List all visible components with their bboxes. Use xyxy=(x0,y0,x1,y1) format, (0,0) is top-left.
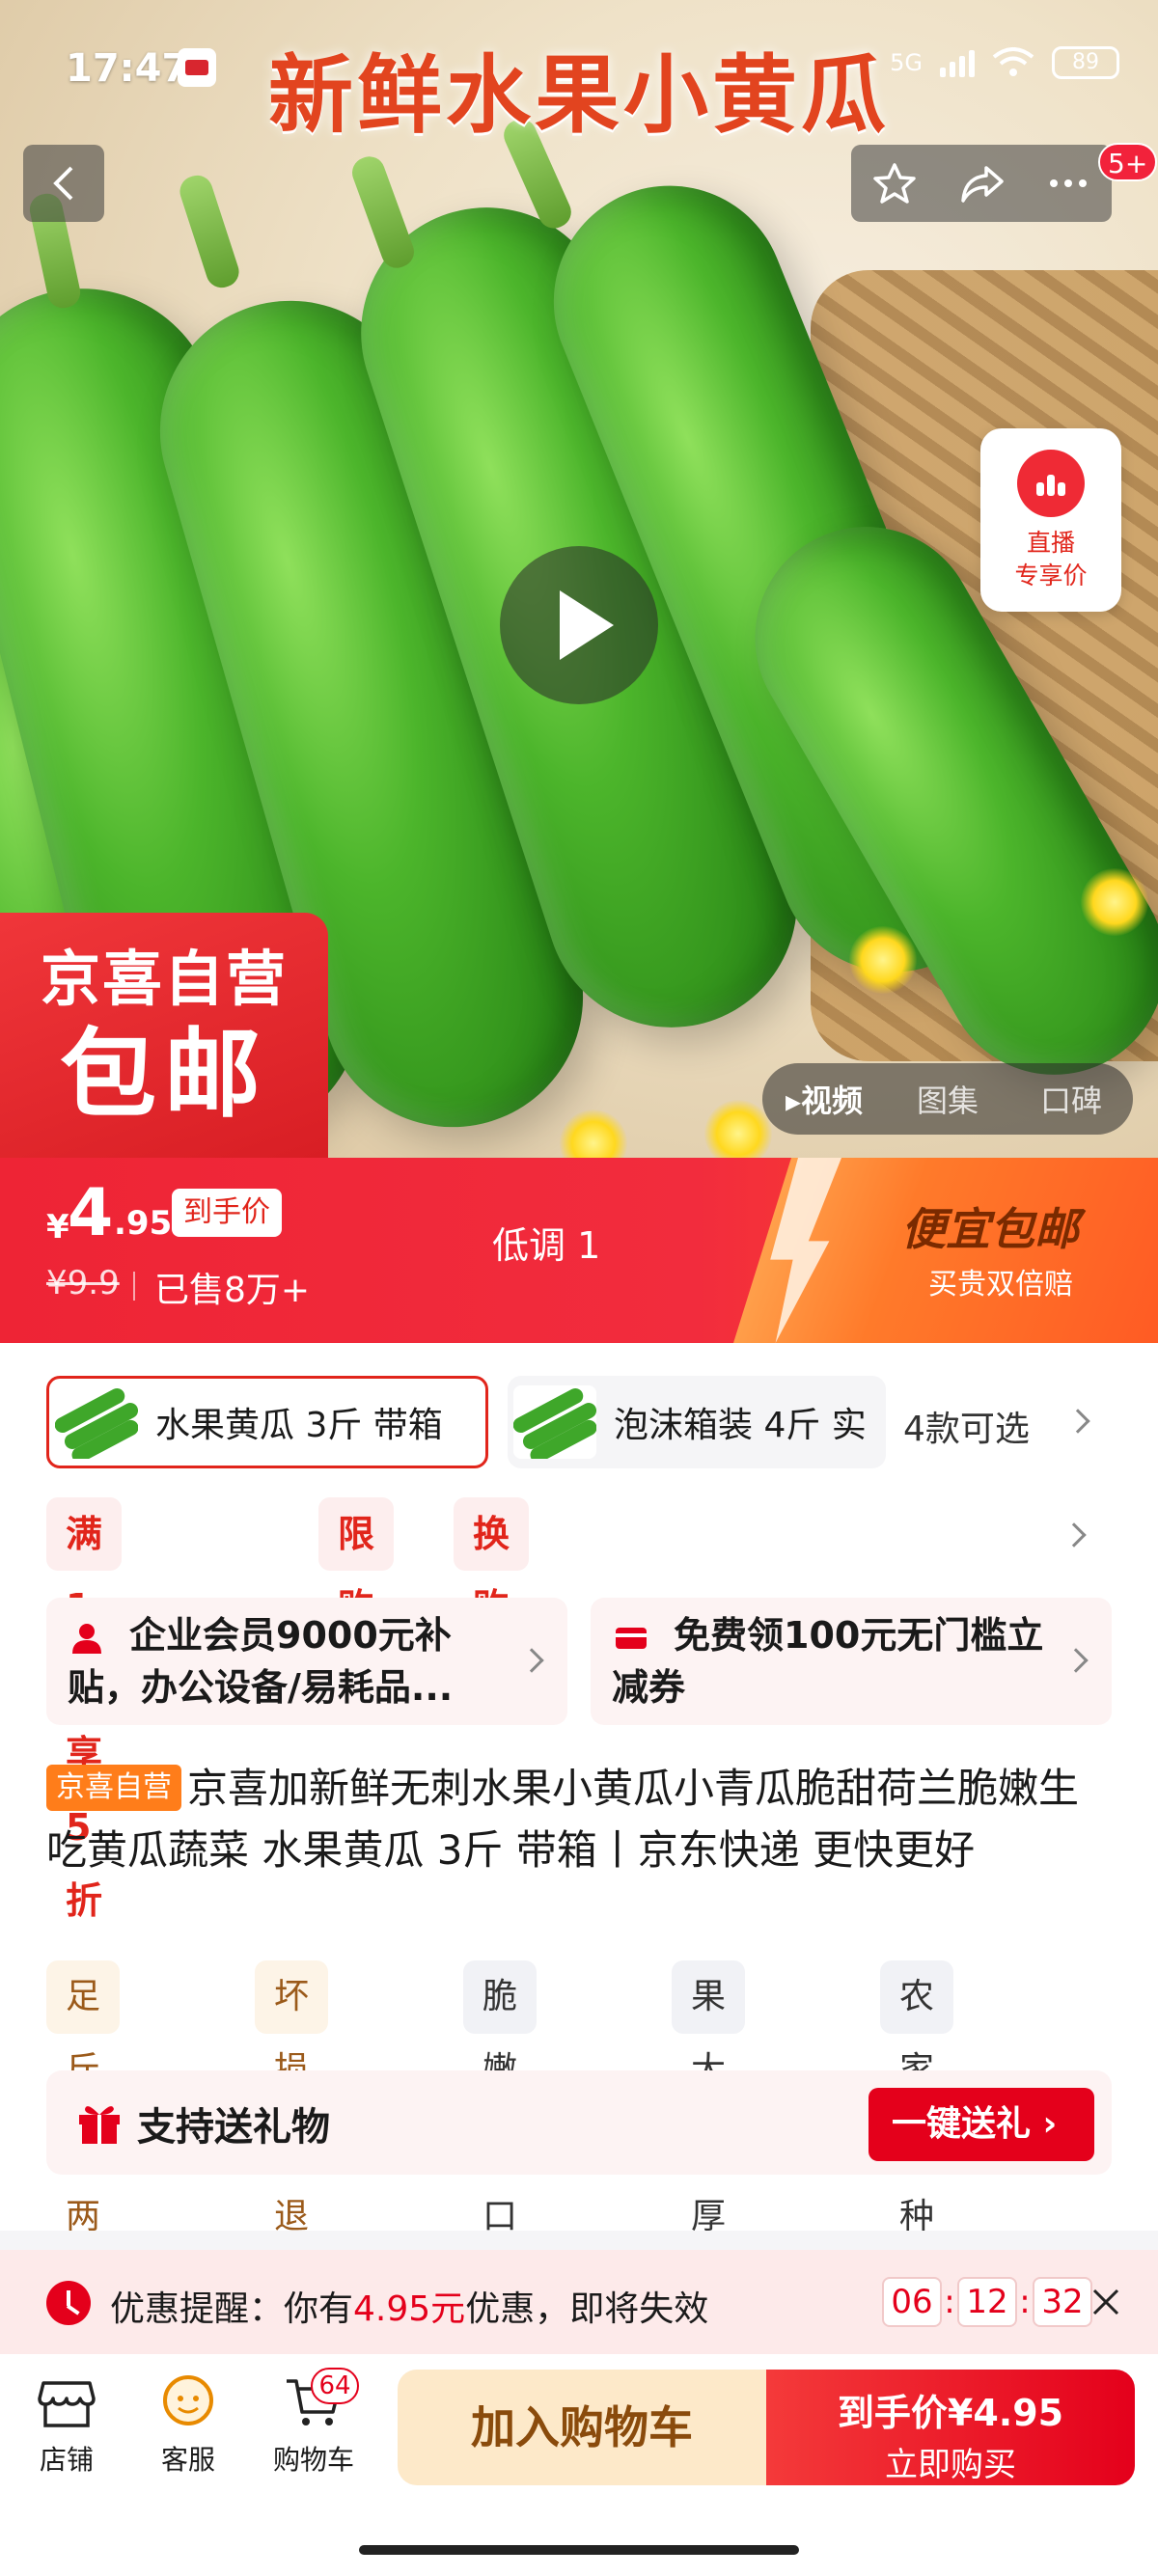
cucumber-flower xyxy=(560,1110,627,1158)
favorite-button[interactable] xyxy=(851,145,938,222)
cucumber-stem xyxy=(176,171,243,292)
promo-line-1: 京喜自营 xyxy=(40,944,288,1014)
discount-reminder: 优惠提醒：你有4.95元优惠，即将失效 06 : 12 : 32 xyxy=(0,2250,1158,2354)
shop-label: 店铺 xyxy=(39,2444,94,2476)
cart-count-badge: 64 xyxy=(311,2368,359,2404)
cheap-shipping-title: 便宜包邮 xyxy=(901,1203,1079,1255)
media-tabs: ▸视频 图集 口碑 xyxy=(762,1063,1133,1135)
chevron-right-icon xyxy=(519,1648,544,1673)
service-button[interactable]: 客服 xyxy=(135,2373,241,2478)
status-bar: 17:47 5G 89 xyxy=(0,41,1158,95)
live-label-2: 专享价 xyxy=(1014,562,1088,589)
feature-tag: 坏损包退 xyxy=(255,1960,329,2236)
share-button[interactable] xyxy=(938,145,1025,222)
buy-price-label: 到手价¥4.95 xyxy=(837,2392,1064,2434)
price-integer: 4 xyxy=(68,1175,114,1251)
chevron-left-icon xyxy=(53,166,73,201)
price-decimal: .95 xyxy=(114,1204,173,1243)
bottom-action-bar: 店铺 客服 购物车 64 加入购物车 到手价¥4.95 立即购买 xyxy=(0,2354,1158,2576)
sku-more-count[interactable]: 4款可选 xyxy=(903,1401,1030,1451)
final-price-tag: 到手价 xyxy=(172,1189,282,1237)
sku-thumbnail xyxy=(55,1385,138,1459)
status-time: 17:47 xyxy=(66,46,189,91)
status-indicators: 5G 89 xyxy=(890,46,1119,79)
limit-tag[interactable]: 限购 xyxy=(318,1497,395,1629)
more-dots-icon xyxy=(1050,179,1087,187)
customer-service-icon xyxy=(163,2375,213,2425)
sku-option-label: 泡沫箱装 4斤 实 xyxy=(614,1406,867,1445)
tab-video[interactable]: ▸视频 xyxy=(762,1077,886,1121)
price-divider xyxy=(133,1272,135,1301)
gift-icon xyxy=(79,2106,120,2144)
coupon-enterprise[interactable]: 企业会员9000元补贴，办公设备/易耗品... xyxy=(46,1598,567,1725)
app-notification-icon xyxy=(178,48,216,87)
sku-thumbnail xyxy=(513,1385,596,1459)
discount-tag[interactable]: 满1已享5折 xyxy=(46,1497,123,1922)
promo-line-2: 包邮 xyxy=(60,1018,268,1131)
star-icon xyxy=(873,163,916,204)
back-button[interactable] xyxy=(23,145,104,222)
play-video-button[interactable] xyxy=(500,546,658,704)
coupon-text: 企业会员9000元补贴，办公设备/易耗品... xyxy=(68,1614,454,1709)
top-actions xyxy=(851,145,1112,222)
shop-icon xyxy=(38,2381,96,2427)
buy-now-button[interactable]: 到手价¥4.95 立即购买 xyxy=(766,2370,1135,2485)
reminder-text: 优惠提醒：你有4.95元优惠，即将失效 xyxy=(110,2289,709,2329)
feature-tag: 农家自种 xyxy=(880,1960,954,2236)
signal-icon xyxy=(940,48,975,77)
network-label: 5G xyxy=(890,49,923,76)
live-stream-button[interactable]: 直播 专享价 xyxy=(980,428,1121,612)
gift-section: 支持送礼物 一键送礼 › xyxy=(46,2070,1112,2175)
buy-now-label: 立即购买 xyxy=(885,2446,1016,2484)
price-currency: ¥ xyxy=(46,1208,69,1247)
product-title-text: 京喜加新鲜无刺水果小黄瓜小青瓜脆甜荷兰脆嫩生吃黄瓜蔬菜 水果黄瓜 3斤 带箱丨京… xyxy=(46,1765,1080,1874)
cucumber-flower xyxy=(1081,868,1148,936)
sku-selector: 水果黄瓜 3斤 带箱 泡沫箱装 4斤 实 4款可选 xyxy=(46,1376,1112,1468)
home-indicator[interactable] xyxy=(359,2545,799,2555)
price-bar: ¥ 4 .95 到手价 ¥9.9 已售8万+ 低调 1 便宜包邮 买贵双倍赔 xyxy=(0,1158,1158,1343)
cheap-shipping-subtitle: 买贵双倍赔 xyxy=(928,1268,1073,1302)
cucumber-stem xyxy=(347,151,419,273)
promo-badge: 京喜自营 包邮 xyxy=(0,913,328,1158)
coupon-free-100[interactable]: 免费领100元无门槛立减券 xyxy=(591,1598,1112,1725)
sku-option-selected[interactable]: 水果黄瓜 3斤 带箱 xyxy=(46,1376,488,1468)
feature-tag: 足斤足两 xyxy=(46,1960,121,2236)
chevron-right-icon xyxy=(1065,1409,1090,1434)
countdown-seconds: 32 xyxy=(1033,2277,1092,2327)
tab-reviews[interactable]: 口碑 xyxy=(1009,1077,1133,1121)
section-divider xyxy=(0,2231,1158,2250)
price-subtitle: 低调 1 xyxy=(492,1224,601,1267)
countdown-timer: 06 : 12 : 32 xyxy=(882,2277,1092,2327)
clock-icon xyxy=(46,2281,91,2325)
sku-option[interactable]: 泡沫箱装 4斤 实 xyxy=(508,1376,886,1468)
sold-count: 已售8万+ xyxy=(154,1271,311,1310)
gift-label: 支持送礼物 xyxy=(137,2105,330,2150)
chevron-right-icon xyxy=(1062,1522,1087,1548)
live-label-1: 直播 xyxy=(1026,529,1075,557)
share-icon xyxy=(961,166,1004,203)
send-gift-button[interactable]: 一键送礼 › xyxy=(868,2088,1094,2161)
close-icon[interactable] xyxy=(1090,2287,1121,2317)
sku-option-label: 水果黄瓜 3斤 带箱 xyxy=(155,1406,443,1445)
live-icon xyxy=(1017,450,1085,517)
original-price: ¥9.9 xyxy=(46,1264,120,1302)
battery-icon: 89 xyxy=(1052,46,1119,79)
countdown-minutes: 12 xyxy=(957,2277,1017,2327)
jx-self-badge: 京喜自营 xyxy=(46,1765,181,1811)
cucumber-flower xyxy=(849,926,917,994)
add-to-cart-button[interactable]: 加入购物车 xyxy=(398,2370,766,2485)
tab-gallery[interactable]: 图集 xyxy=(886,1077,1009,1121)
chevron-right-icon xyxy=(1063,1648,1089,1673)
cart-label: 购物车 xyxy=(272,2444,354,2476)
service-label: 客服 xyxy=(160,2444,215,2476)
product-title: 京喜自营 京喜加新鲜无刺水果小黄瓜小青瓜脆甜荷兰脆嫩生吃黄瓜蔬菜 水果黄瓜 3斤 … xyxy=(46,1758,1117,1881)
wifi-icon xyxy=(992,47,1034,76)
shop-button[interactable]: 店铺 xyxy=(14,2373,120,2478)
feature-tag: 果大肉厚 xyxy=(672,1960,746,2236)
exchange-tag[interactable]: 换购 xyxy=(454,1497,530,1629)
countdown-hours: 06 xyxy=(882,2277,942,2327)
message-badge: 5+ xyxy=(1098,143,1158,181)
feature-tag: 脆嫩爽口 xyxy=(463,1960,538,2236)
coupon-text: 免费领100元无门槛立减券 xyxy=(612,1614,1044,1709)
